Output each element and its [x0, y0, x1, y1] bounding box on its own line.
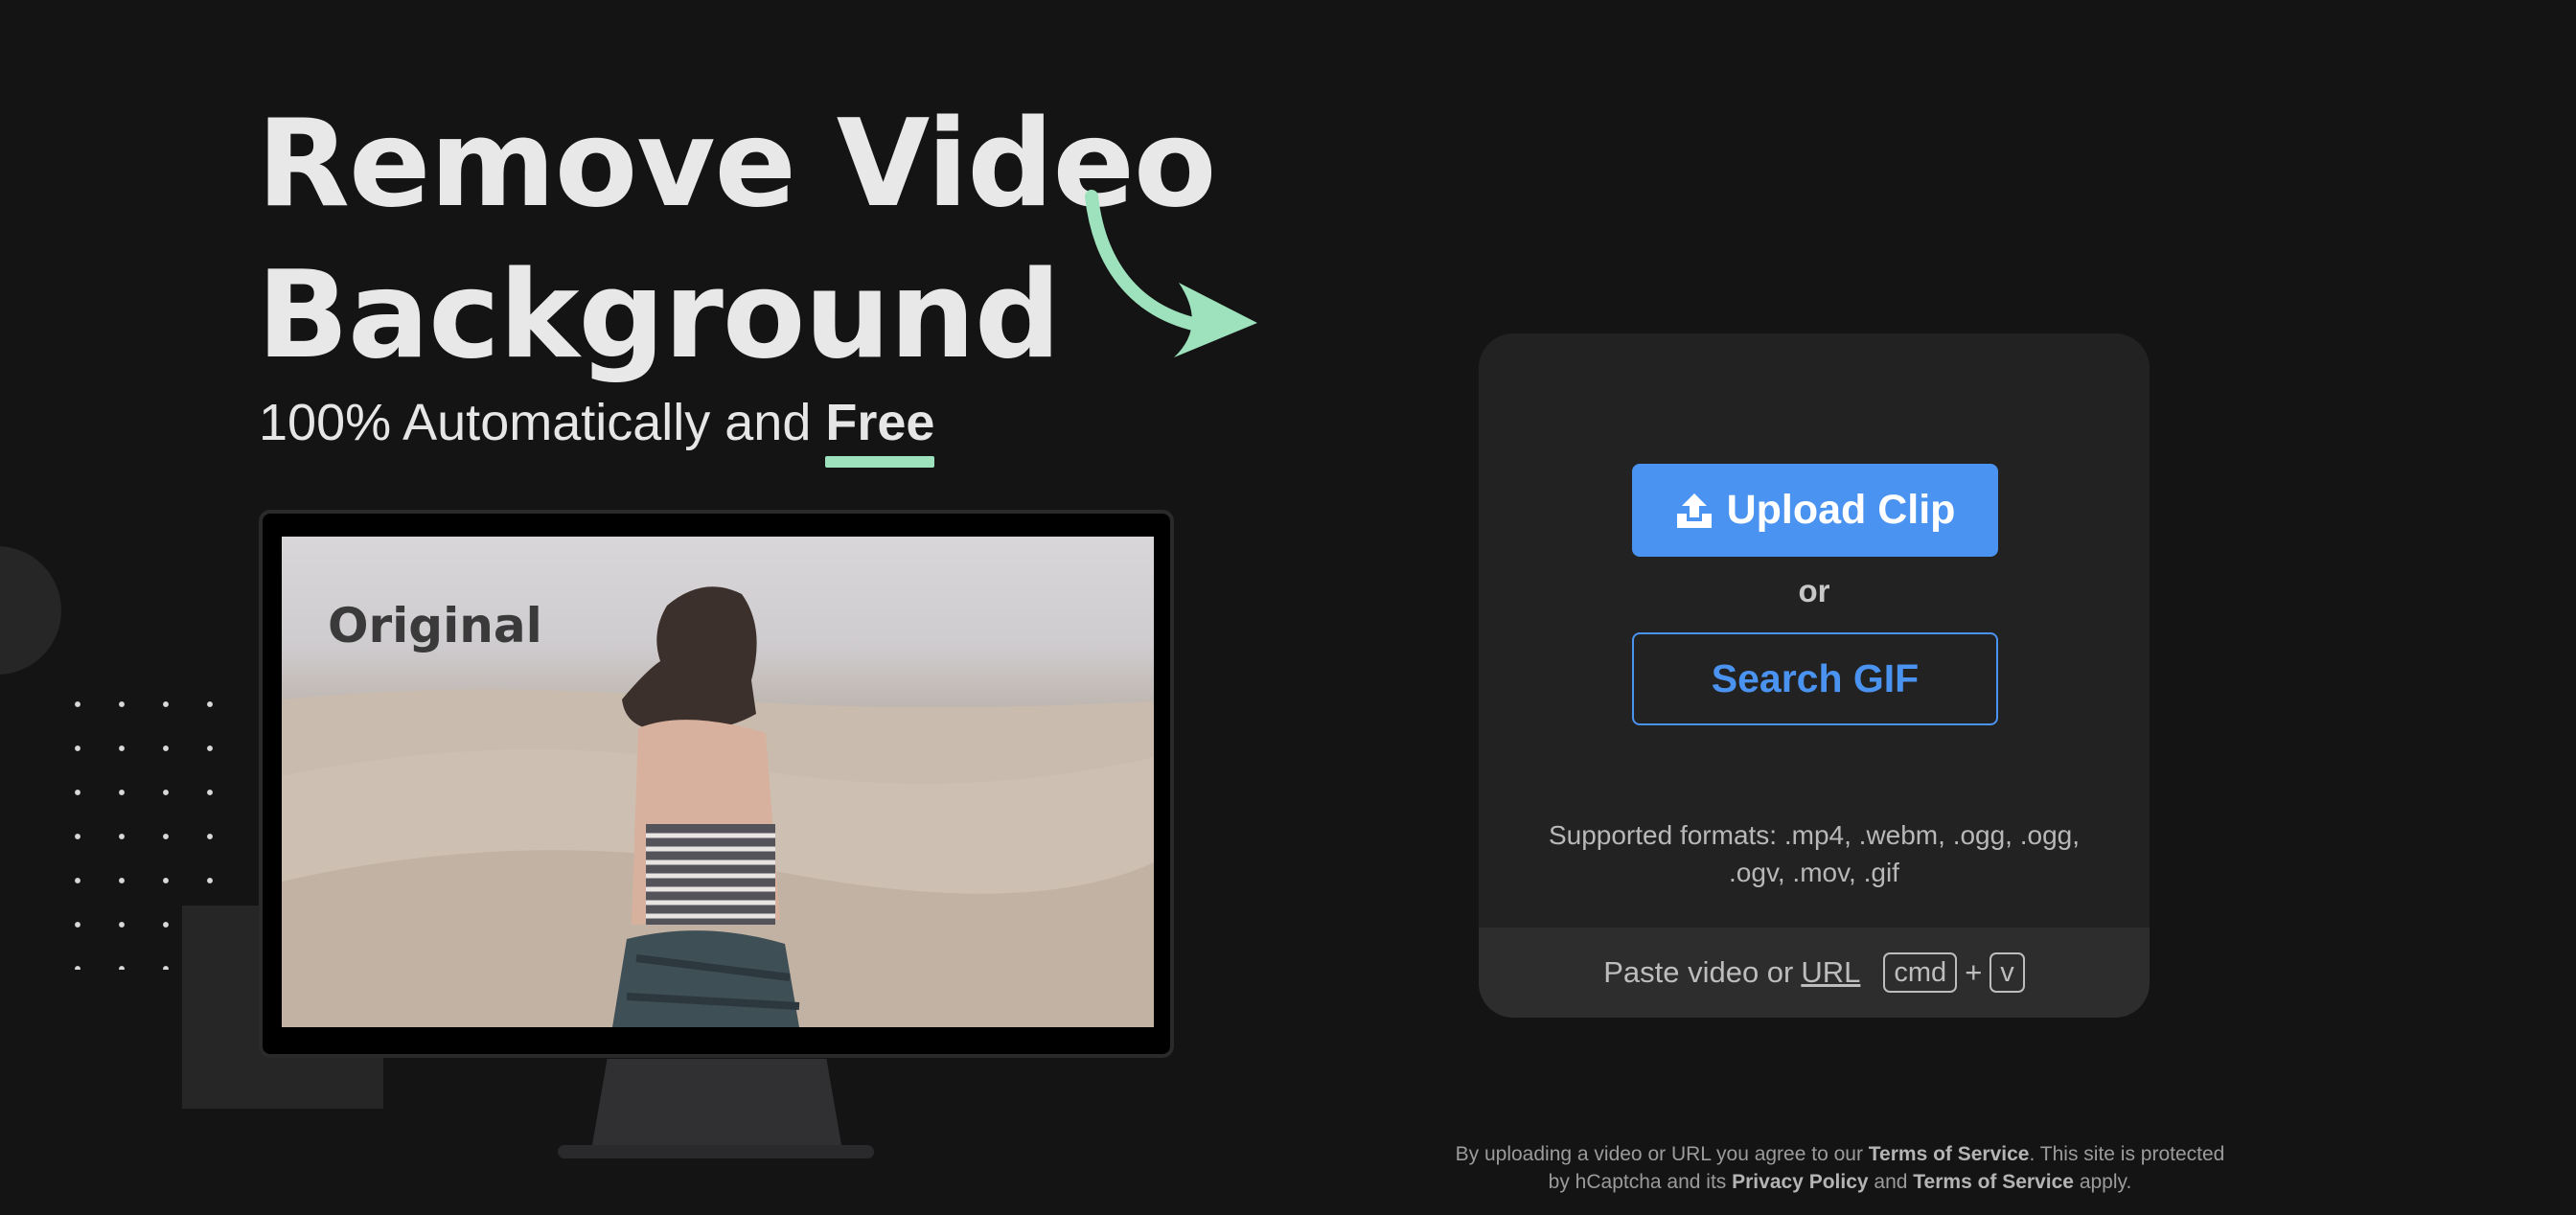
search-gif-label: Search GIF: [1711, 656, 1920, 700]
page-title: Remove Video Background: [257, 88, 1216, 391]
paste-url-link[interactable]: URL: [1801, 955, 1860, 990]
paste-hint: Paste video or URL cmd + v: [1479, 928, 2150, 1018]
legal-notice: By uploading a video or URL you agree to…: [1447, 1140, 2233, 1196]
upload-card: Upload Clip or Search GIF Supported form…: [1479, 333, 2150, 1018]
video-preview: Original: [282, 537, 1154, 1027]
kbd-v: v: [1990, 952, 2025, 993]
title-line-2: Background: [257, 244, 1061, 385]
legal-text-4: apply.: [2073, 1171, 2132, 1193]
monitor-stand: [592, 1059, 841, 1145]
kbd-plus: +: [1965, 955, 1983, 989]
landing-page: Remove Video Background 100% Automatical…: [0, 0, 2576, 1215]
legal-text-1: By uploading a video or URL you agree to…: [1455, 1143, 1869, 1165]
terms-of-service-link-2[interactable]: Terms of Service: [1913, 1171, 2074, 1193]
upload-icon: [1676, 493, 1712, 528]
supported-formats: Supported formats: .mp4, .webm, .ogg, .o…: [1548, 820, 2081, 887]
preview-label: Original: [328, 598, 542, 653]
monitor-stand-base: [558, 1145, 874, 1158]
upload-clip-button[interactable]: Upload Clip: [1632, 464, 1998, 557]
title-line-1: Remove Video: [257, 93, 1216, 234]
legal-text-3: and: [1868, 1171, 1914, 1193]
decorative-circle: [0, 546, 61, 675]
search-gif-button[interactable]: Search GIF: [1632, 632, 1998, 725]
paste-hint-text: Paste video or: [1603, 955, 1794, 989]
upload-clip-label: Upload Clip: [1726, 487, 1956, 533]
subtitle-emphasis: Free: [825, 394, 935, 468]
terms-of-service-link[interactable]: Terms of Service: [1869, 1143, 2030, 1165]
subtitle-text: 100% Automatically and: [259, 394, 812, 451]
kbd-cmd: cmd: [1883, 952, 1958, 993]
subtitle: 100% Automatically and Free: [259, 393, 935, 468]
privacy-policy-link[interactable]: Privacy Policy: [1732, 1171, 1868, 1193]
monitor-preview: Original: [259, 510, 1174, 1058]
or-divider: or: [1798, 573, 1830, 608]
curved-arrow-icon: [1085, 190, 1257, 357]
